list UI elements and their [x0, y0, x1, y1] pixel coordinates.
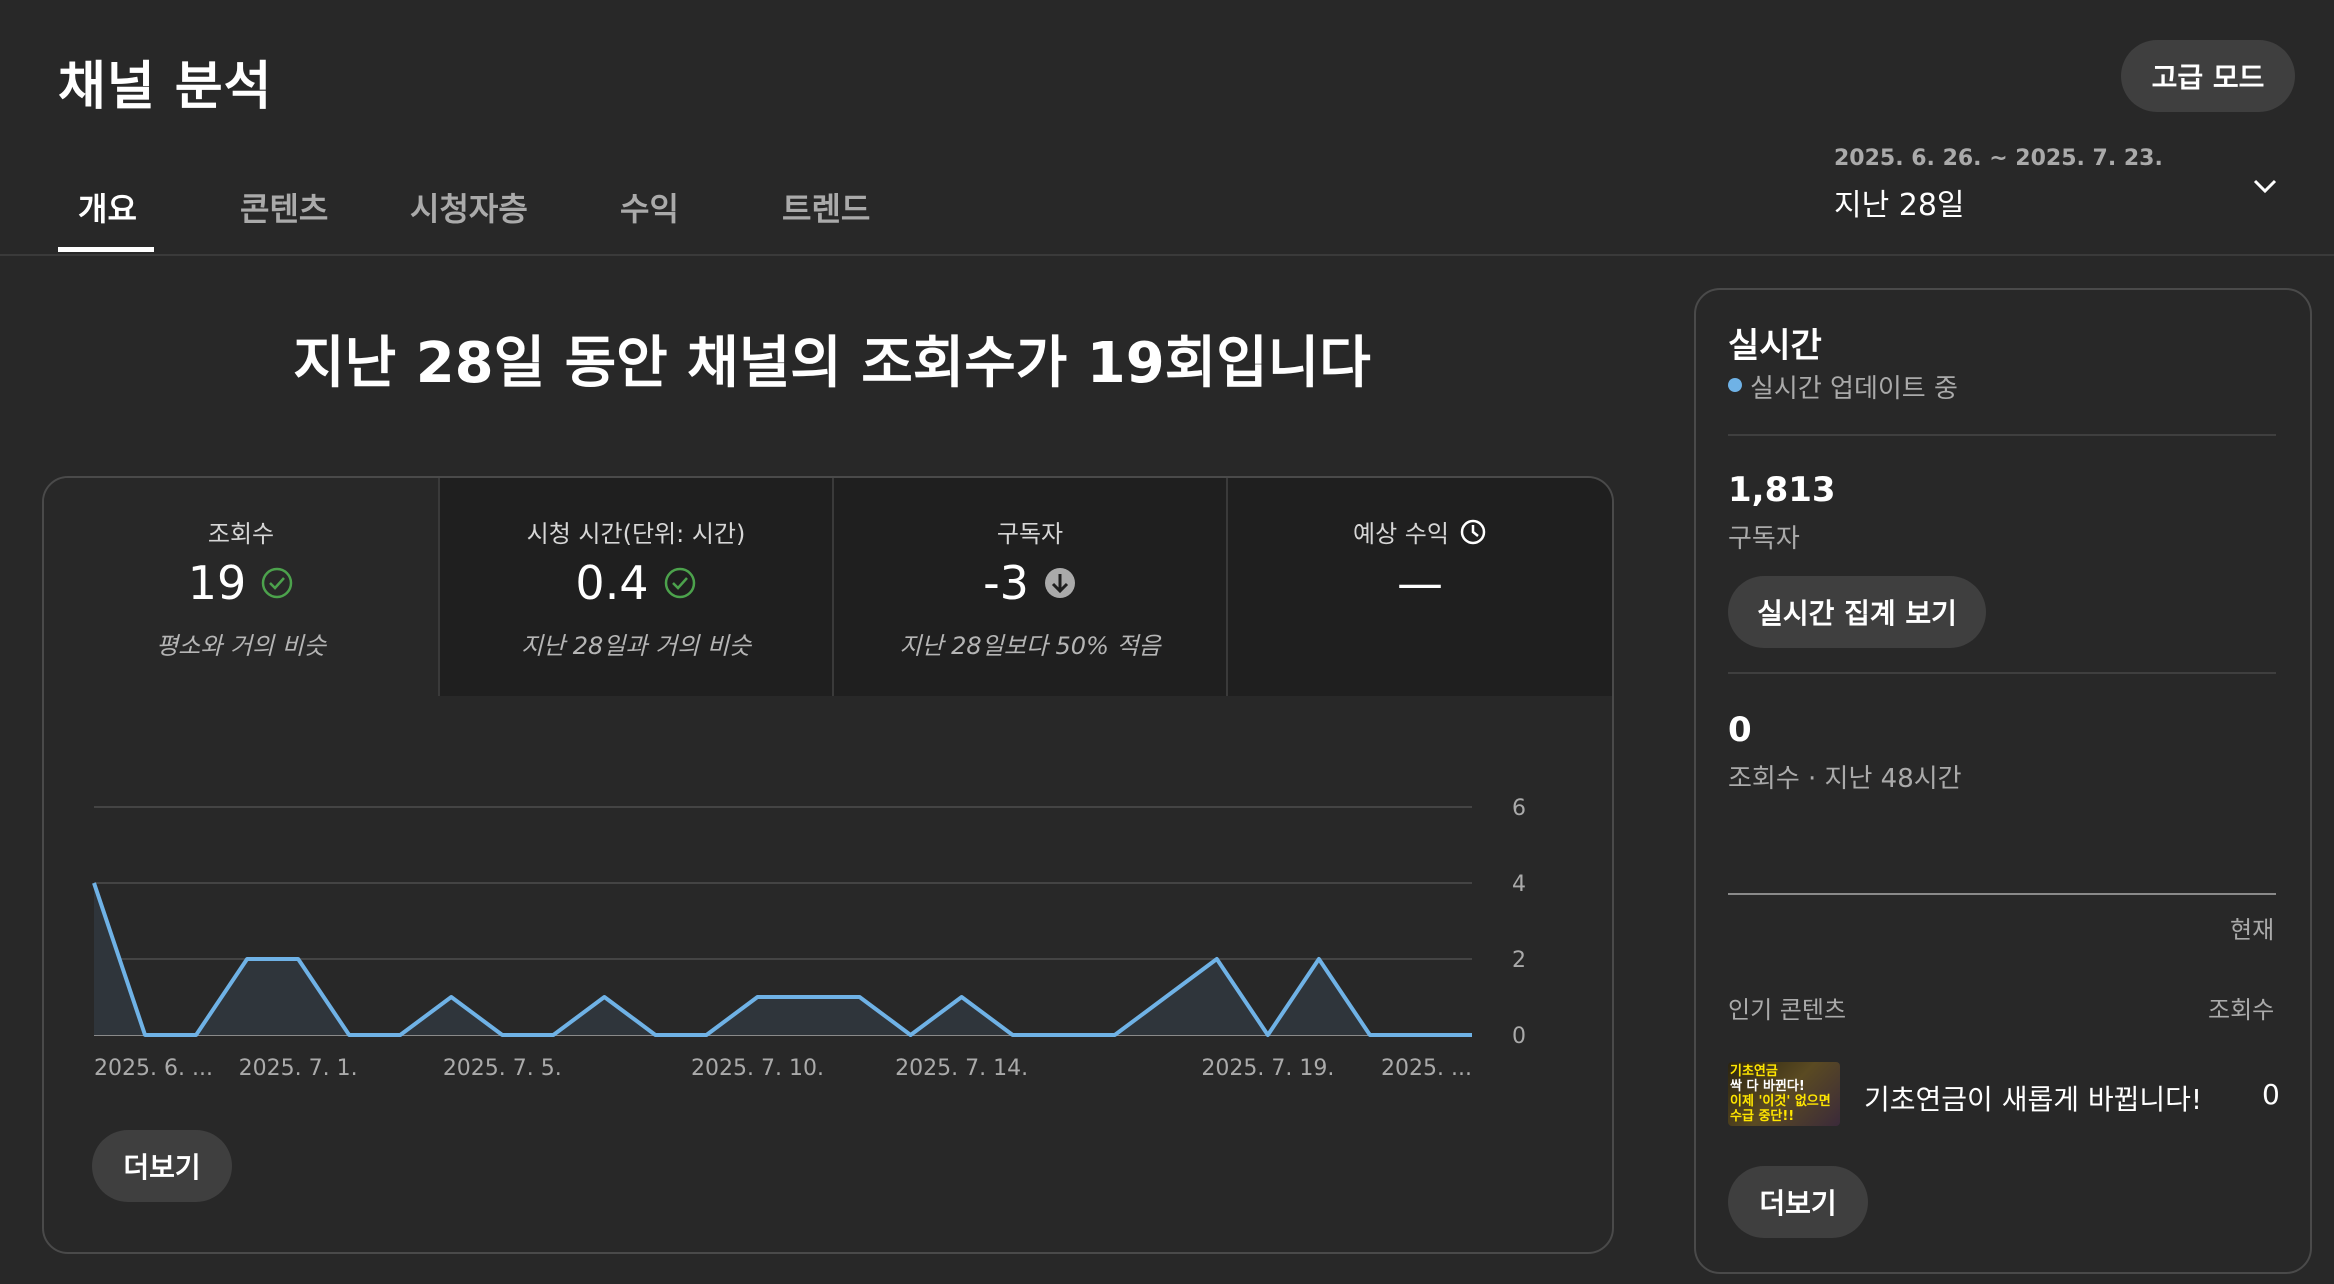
- y-tick-label: 0: [1512, 1024, 1526, 1049]
- metrics-chart-card: 조회수 19 평소와 거의 비슷 시청 시간(단위: 시간) 0.4 지난 28…: [42, 476, 1614, 1254]
- more-button[interactable]: 더보기: [92, 1130, 232, 1202]
- tab-content[interactable]: 콘텐츠: [240, 184, 328, 230]
- realtime-chart-baseline: [1728, 893, 2276, 895]
- x-tick-label: 2025. 7. 14.: [895, 1056, 1028, 1081]
- realtime-status: 실시간 업데이트 중: [1750, 374, 1958, 404]
- divider: [1728, 434, 2276, 436]
- x-tick-label: 2025. 7. 5.: [443, 1056, 562, 1081]
- chevron-down-icon[interactable]: [2249, 170, 2281, 202]
- y-tick-label: 6: [1512, 796, 1526, 821]
- x-tick-label: 2025. 6. ...: [94, 1056, 213, 1081]
- x-tick-label: 2025. 7. 10.: [691, 1056, 824, 1081]
- top-content-title[interactable]: 기초연금이 새롭게 바뀝니다! ...: [1864, 1078, 2204, 1118]
- header-divider: [0, 254, 2334, 256]
- more-button[interactable]: 더보기: [1728, 1166, 1868, 1238]
- divider: [1728, 672, 2276, 674]
- views-chart: 0 2 4 6 2025. 6. ... 2025. 7. 1. 2025. 7. 5. 20…: [92, 796, 1526, 1081]
- thumbnail-text: 기초연금: [1730, 1064, 1778, 1079]
- live-dot-icon: [1728, 378, 1742, 392]
- realtime-count-button[interactable]: 실시간 집계 보기: [1728, 576, 1986, 648]
- advanced-mode-button[interactable]: 고급 모드: [2121, 40, 2295, 112]
- tab-audience[interactable]: 시청자층: [410, 184, 528, 230]
- date-range[interactable]: 2025. 6. 26. ~ 2025. 7. 23.: [1834, 146, 2163, 171]
- top-content-views: 0: [2262, 1078, 2280, 1111]
- tab-overview[interactable]: 개요: [78, 184, 137, 230]
- x-tick-label: 2025. ...: [1381, 1056, 1472, 1081]
- tab-trends[interactable]: 트렌드: [782, 184, 870, 230]
- realtime-views-label: 조회수 · 지난 48시간: [1728, 764, 1962, 794]
- subscriber-label: 구독자: [1728, 524, 1800, 554]
- y-tick-label: 4: [1512, 872, 1526, 897]
- active-tab-indicator: [58, 247, 154, 252]
- x-tick-label: 2025. 7. 1.: [239, 1056, 358, 1081]
- realtime-views-count: 0: [1728, 710, 1752, 750]
- thumbnail-text: 이제 '이것' 없으면: [1730, 1094, 1831, 1109]
- video-thumbnail[interactable]: 기초연금 싹 다 바뀐다! 이제 '이것' 없으면 수급 중단!!: [1728, 1062, 1840, 1126]
- y-tick-label: 2: [1512, 948, 1526, 973]
- thumbnail-text: 싹 다 바뀐다!: [1730, 1079, 1805, 1094]
- x-tick-label: 2025. 7. 19.: [1201, 1056, 1334, 1081]
- date-period-label[interactable]: 지난 28일: [1834, 180, 1965, 224]
- thumbnail-text: 수급 중단!!: [1730, 1109, 1795, 1124]
- realtime-title: 실시간: [1728, 326, 1822, 366]
- now-label: 현재: [2230, 916, 2275, 944]
- tab-revenue[interactable]: 수익: [620, 184, 679, 230]
- subscriber-count: 1,813: [1728, 470, 1836, 510]
- top-content-label: 인기 콘텐츠: [1728, 996, 1847, 1024]
- summary-headline: 지난 28일 동안 채널의 조회수가 19회입니다: [293, 331, 1371, 396]
- top-content-views-label: 조회수: [2208, 996, 2275, 1024]
- page-title: 채널 분석: [58, 57, 273, 117]
